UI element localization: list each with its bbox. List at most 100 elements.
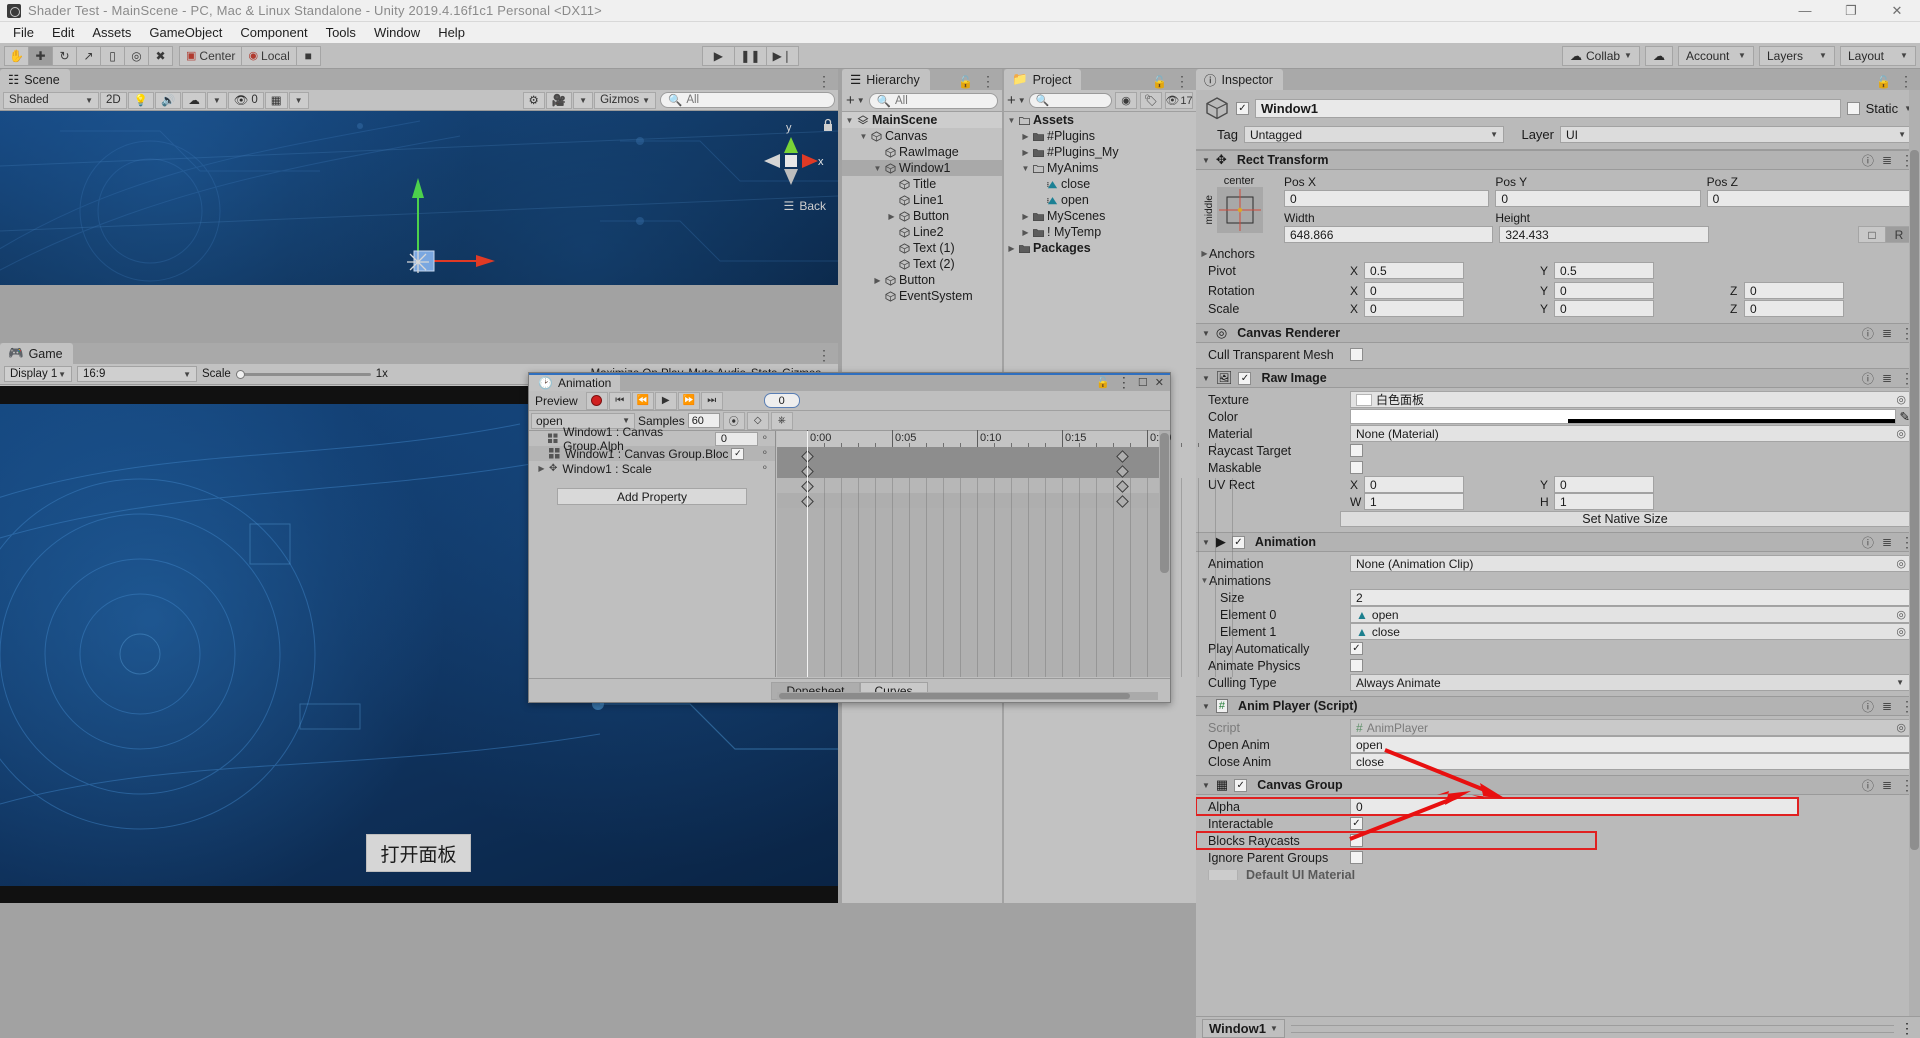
project-item-myscenes[interactable]: ▶ MyScenes bbox=[1004, 208, 1196, 224]
animation-property-checkbox[interactable]: ✓ bbox=[731, 447, 745, 460]
canvas-renderer-header[interactable]: ▼ ◎ Canvas Renderer ⓘ ≣ bbox=[1196, 323, 1920, 343]
raw-image-enabled-checkbox[interactable]: ✓ bbox=[1238, 371, 1252, 385]
animation-property-value-field[interactable]: 0 bbox=[714, 431, 758, 446]
width-field[interactable]: 648.866 bbox=[1284, 226, 1494, 243]
hierarchy-item-line1[interactable]: Line1 bbox=[842, 192, 1002, 208]
preset-icon[interactable]: ≣ bbox=[1882, 699, 1892, 713]
help-icon[interactable]: ⓘ bbox=[1862, 370, 1874, 387]
pos-z-field[interactable]: 0 bbox=[1706, 190, 1912, 207]
add-keyframe-plus-icon[interactable]: ◇ bbox=[746, 411, 769, 430]
animation-property-row[interactable]: Window1 : Canvas Group.Alph 0 ⚬ bbox=[529, 425, 775, 453]
animation-component-header[interactable]: ▼ ▶ ✓ Animation ⓘ ≣ bbox=[1196, 532, 1920, 552]
collapse-triangle-icon[interactable]: ▼ bbox=[873, 164, 882, 173]
animation-property-options-icon[interactable]: ⚬ bbox=[761, 463, 769, 474]
move-tool-icon[interactable]: ✚ bbox=[28, 45, 53, 66]
object-picker-icon[interactable]: ◎ bbox=[1896, 427, 1906, 440]
expand-triangle-icon[interactable]: ▶ bbox=[873, 276, 882, 285]
animation-menu-icon[interactable] bbox=[1117, 374, 1131, 391]
timeline-scrollbar[interactable] bbox=[1159, 431, 1170, 677]
scene-view-persp-label[interactable]: ☰ Back bbox=[784, 199, 826, 213]
rot-x-field[interactable]: 0 bbox=[1364, 282, 1464, 299]
scene-grid-icon[interactable]: ▦ bbox=[264, 91, 288, 109]
collapse-triangle-icon[interactable]: ▼ bbox=[1202, 781, 1210, 790]
uv-h-field[interactable]: 1 bbox=[1554, 493, 1654, 510]
menu-component[interactable]: Component bbox=[231, 22, 316, 43]
texture-objectfield[interactable]: 白色面板 ◎ bbox=[1350, 391, 1910, 408]
hierarchy-item-title[interactable]: Title bbox=[842, 176, 1002, 192]
expand-triangle-icon[interactable]: ▶ bbox=[1007, 244, 1016, 253]
interactable-checkbox[interactable]: ✓ bbox=[1350, 817, 1363, 830]
tab-hierarchy[interactable]: ☰ Hierarchy bbox=[842, 69, 930, 90]
menu-file[interactable]: File bbox=[4, 22, 43, 43]
menu-assets[interactable]: Assets bbox=[83, 22, 140, 43]
current-frame-field[interactable]: 0 bbox=[763, 393, 800, 408]
scene-fx-dropdown[interactable]: ▼ bbox=[206, 91, 227, 109]
uv-y-field[interactable]: 0 bbox=[1554, 476, 1654, 493]
play-button[interactable]: ▶ bbox=[701, 45, 735, 66]
open-anim-field[interactable]: open bbox=[1350, 736, 1910, 753]
uv-w-field[interactable]: 1 bbox=[1364, 493, 1464, 510]
anchors-foldout[interactable]: ▶ Anchors bbox=[1196, 245, 1920, 262]
add-property-button[interactable]: Add Property bbox=[557, 488, 747, 505]
canvas-group-enabled-checkbox[interactable]: ✓ bbox=[1234, 778, 1248, 792]
filter-by-type-icon[interactable]: ◉ bbox=[1115, 92, 1137, 109]
pos-y-field[interactable]: 0 bbox=[1495, 190, 1701, 207]
project-search-input[interactable]: 🔍 bbox=[1028, 93, 1112, 108]
hierarchy-item-text-1[interactable]: Text (1) bbox=[842, 240, 1002, 256]
anchor-toggle-icon[interactable]: □ bbox=[1857, 226, 1886, 243]
project-item-myanims[interactable]: ▼ MyAnims bbox=[1004, 160, 1196, 176]
collapse-triangle-icon[interactable]: ▼ bbox=[1202, 329, 1210, 338]
toggle-2d-button[interactable]: 2D bbox=[100, 91, 127, 109]
collapse-triangle-icon[interactable]: ▼ bbox=[1202, 538, 1210, 547]
animation-property-options-icon[interactable]: ⚬ bbox=[761, 433, 769, 444]
scene-camera-icon[interactable]: 🎥 bbox=[545, 91, 573, 109]
rotate-tool-icon[interactable]: ↻ bbox=[52, 45, 77, 66]
project-item-assets[interactable]: ▼ Assets bbox=[1004, 112, 1196, 128]
animation-property-row[interactable]: ▶ ✥ Window1 : Scale ⚬ bbox=[529, 461, 775, 476]
raw-image-header[interactable]: ▼ 🖼 ✓ Raw Image ⓘ ≣ bbox=[1196, 368, 1920, 388]
timeline-ruler[interactable]: 0:000:050:100:150:20 bbox=[777, 430, 1216, 448]
pause-button[interactable]: ❚❚ bbox=[733, 45, 767, 66]
rot-y-field[interactable]: 0 bbox=[1554, 282, 1654, 299]
collab-button[interactable]: ☁ Collab ▼ bbox=[1562, 45, 1640, 66]
pivot-y-field[interactable]: 0.5 bbox=[1554, 262, 1654, 279]
timeline-lane-0[interactable] bbox=[777, 463, 1170, 478]
canvas-group-header[interactable]: ▼ ▦ ✓ Canvas Group ⓘ ≣ bbox=[1196, 775, 1920, 795]
cull-transparent-mesh-checkbox[interactable] bbox=[1350, 348, 1363, 361]
animation-clip-objectfield[interactable]: None (Animation Clip) ◎ bbox=[1350, 555, 1910, 572]
scale-tool-icon[interactable]: ↗ bbox=[76, 45, 101, 66]
timeline-lane-1[interactable] bbox=[777, 478, 1170, 493]
hierarchy-item-rawimage[interactable]: RawImage bbox=[842, 144, 1002, 160]
collapse-triangle-icon[interactable]: ▼ bbox=[1202, 702, 1210, 711]
account-button[interactable]: Account ▼ bbox=[1677, 45, 1754, 66]
anim-player-header[interactable]: ▼ # Anim Player (Script) ⓘ ≣ bbox=[1196, 696, 1920, 716]
animation-property-row[interactable]: Window1 : Canvas Group.Bloc ✓ ⚬ bbox=[529, 446, 775, 461]
animation-enabled-checkbox[interactable]: ✓ bbox=[1231, 535, 1245, 549]
expand-triangle-icon[interactable]: ▶ bbox=[1021, 132, 1030, 141]
scene-menu-icon[interactable] bbox=[817, 73, 831, 90]
scene-fx-icon[interactable]: ☁ bbox=[182, 91, 206, 109]
play-animation-button[interactable]: ▶ bbox=[654, 391, 677, 410]
project-item-plugins-my[interactable]: ▶ #Plugins_My bbox=[1004, 144, 1196, 160]
scale-slider[interactable] bbox=[235, 369, 371, 379]
scene-search-input[interactable]: 🔍 All bbox=[660, 92, 835, 108]
step-button[interactable]: ▶❘ bbox=[765, 45, 799, 66]
hierarchy-item-canvas[interactable]: ▼ Canvas bbox=[842, 128, 1002, 144]
anchor-preset-diagram[interactable] bbox=[1217, 187, 1263, 233]
lock-icon[interactable]: 🔓 bbox=[1876, 75, 1891, 89]
menu-tools[interactable]: Tools bbox=[317, 22, 365, 43]
object-picker-icon[interactable]: ◎ bbox=[1896, 625, 1906, 638]
lock-icon[interactable]: 🔓 bbox=[1152, 75, 1167, 89]
minimize-button[interactable]: — bbox=[1782, 0, 1828, 22]
collapse-triangle-icon[interactable]: ▼ bbox=[1202, 156, 1210, 165]
inspector-menu-icon[interactable] bbox=[1899, 73, 1913, 90]
scale-x-field[interactable]: 0 bbox=[1364, 300, 1464, 317]
collapse-triangle-icon[interactable]: ▼ bbox=[845, 116, 854, 125]
hierarchy-item-mainscene[interactable]: ▼ MainScene bbox=[842, 112, 1002, 128]
scene-audio-icon[interactable]: 🔊 bbox=[155, 91, 182, 109]
tab-project[interactable]: 📁 Project bbox=[1004, 69, 1082, 90]
expand-triangle-icon[interactable]: ▶ bbox=[1021, 148, 1030, 157]
hierarchy-item-button[interactable]: ▶ Button bbox=[842, 208, 1002, 224]
footer-object-dropdown[interactable]: Window1 ▼ bbox=[1202, 1019, 1285, 1038]
grid-snap-icon[interactable]: ■ bbox=[295, 45, 321, 66]
